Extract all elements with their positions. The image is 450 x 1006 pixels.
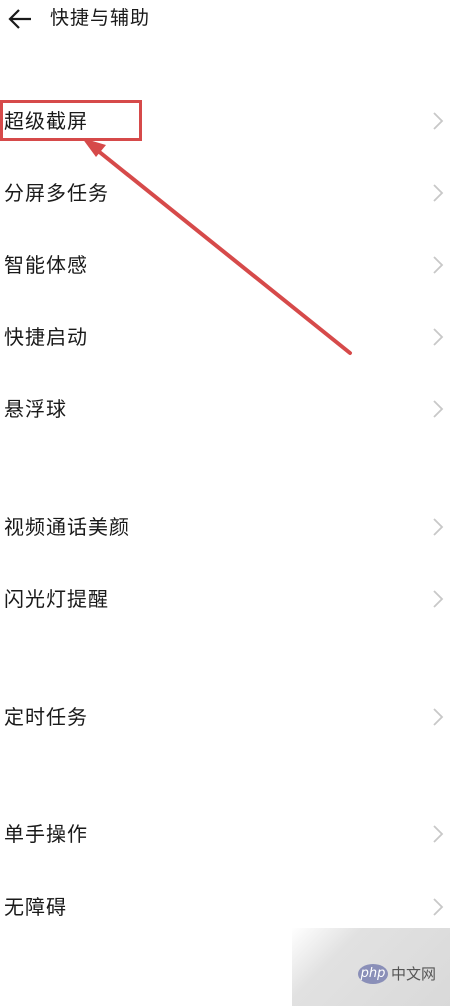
menu-item-label: 闪光灯提醒 bbox=[4, 587, 109, 611]
back-button[interactable] bbox=[4, 4, 36, 34]
menu-item-label: 超级截屏 bbox=[4, 109, 88, 133]
menu-item-scheduled-tasks[interactable]: 定时任务 bbox=[0, 693, 450, 743]
chevron-right-icon bbox=[433, 112, 444, 130]
menu-item-label: 视频通话美颜 bbox=[4, 515, 130, 539]
menu-item-label: 无障碍 bbox=[4, 895, 67, 919]
chevron-right-icon bbox=[433, 898, 444, 916]
menu-item-label: 快捷启动 bbox=[4, 325, 88, 349]
watermark: php 中文网 bbox=[292, 928, 450, 1006]
menu-item-label: 悬浮球 bbox=[4, 397, 67, 421]
menu-item-split-screen[interactable]: 分屏多任务 bbox=[0, 169, 450, 219]
chevron-right-icon bbox=[433, 184, 444, 202]
chevron-right-icon bbox=[433, 256, 444, 274]
page-title: 快捷与辅助 bbox=[50, 7, 151, 29]
php-logo: php bbox=[357, 963, 388, 984]
menu-item-video-beauty[interactable]: 视频通话美颜 bbox=[0, 503, 450, 553]
menu-item-label: 定时任务 bbox=[4, 705, 88, 729]
menu-item-label: 分屏多任务 bbox=[4, 181, 109, 205]
menu-item-smart-motion[interactable]: 智能体感 bbox=[0, 241, 450, 291]
chevron-right-icon bbox=[433, 590, 444, 608]
menu-item-super-screenshot[interactable]: 超级截屏 bbox=[0, 97, 450, 147]
chevron-right-icon bbox=[433, 518, 444, 536]
menu-item-flash-alert[interactable]: 闪光灯提醒 bbox=[0, 575, 450, 625]
header-bar: 快捷与辅助 bbox=[0, 0, 450, 40]
menu-item-floating-ball[interactable]: 悬浮球 bbox=[0, 385, 450, 435]
chevron-right-icon bbox=[433, 708, 444, 726]
menu-item-accessibility[interactable]: 无障碍 bbox=[0, 883, 450, 933]
watermark-logo: php 中文网 bbox=[357, 963, 436, 984]
watermark-text: 中文网 bbox=[390, 965, 436, 983]
chevron-right-icon bbox=[433, 825, 444, 843]
arrow-left-icon[interactable] bbox=[4, 4, 36, 34]
chevron-right-icon bbox=[433, 328, 444, 346]
chevron-right-icon bbox=[433, 400, 444, 418]
menu-item-one-hand[interactable]: 单手操作 bbox=[0, 810, 450, 860]
menu-item-quick-launch[interactable]: 快捷启动 bbox=[0, 313, 450, 363]
menu-item-label: 智能体感 bbox=[4, 253, 88, 277]
menu-item-label: 单手操作 bbox=[4, 822, 88, 846]
